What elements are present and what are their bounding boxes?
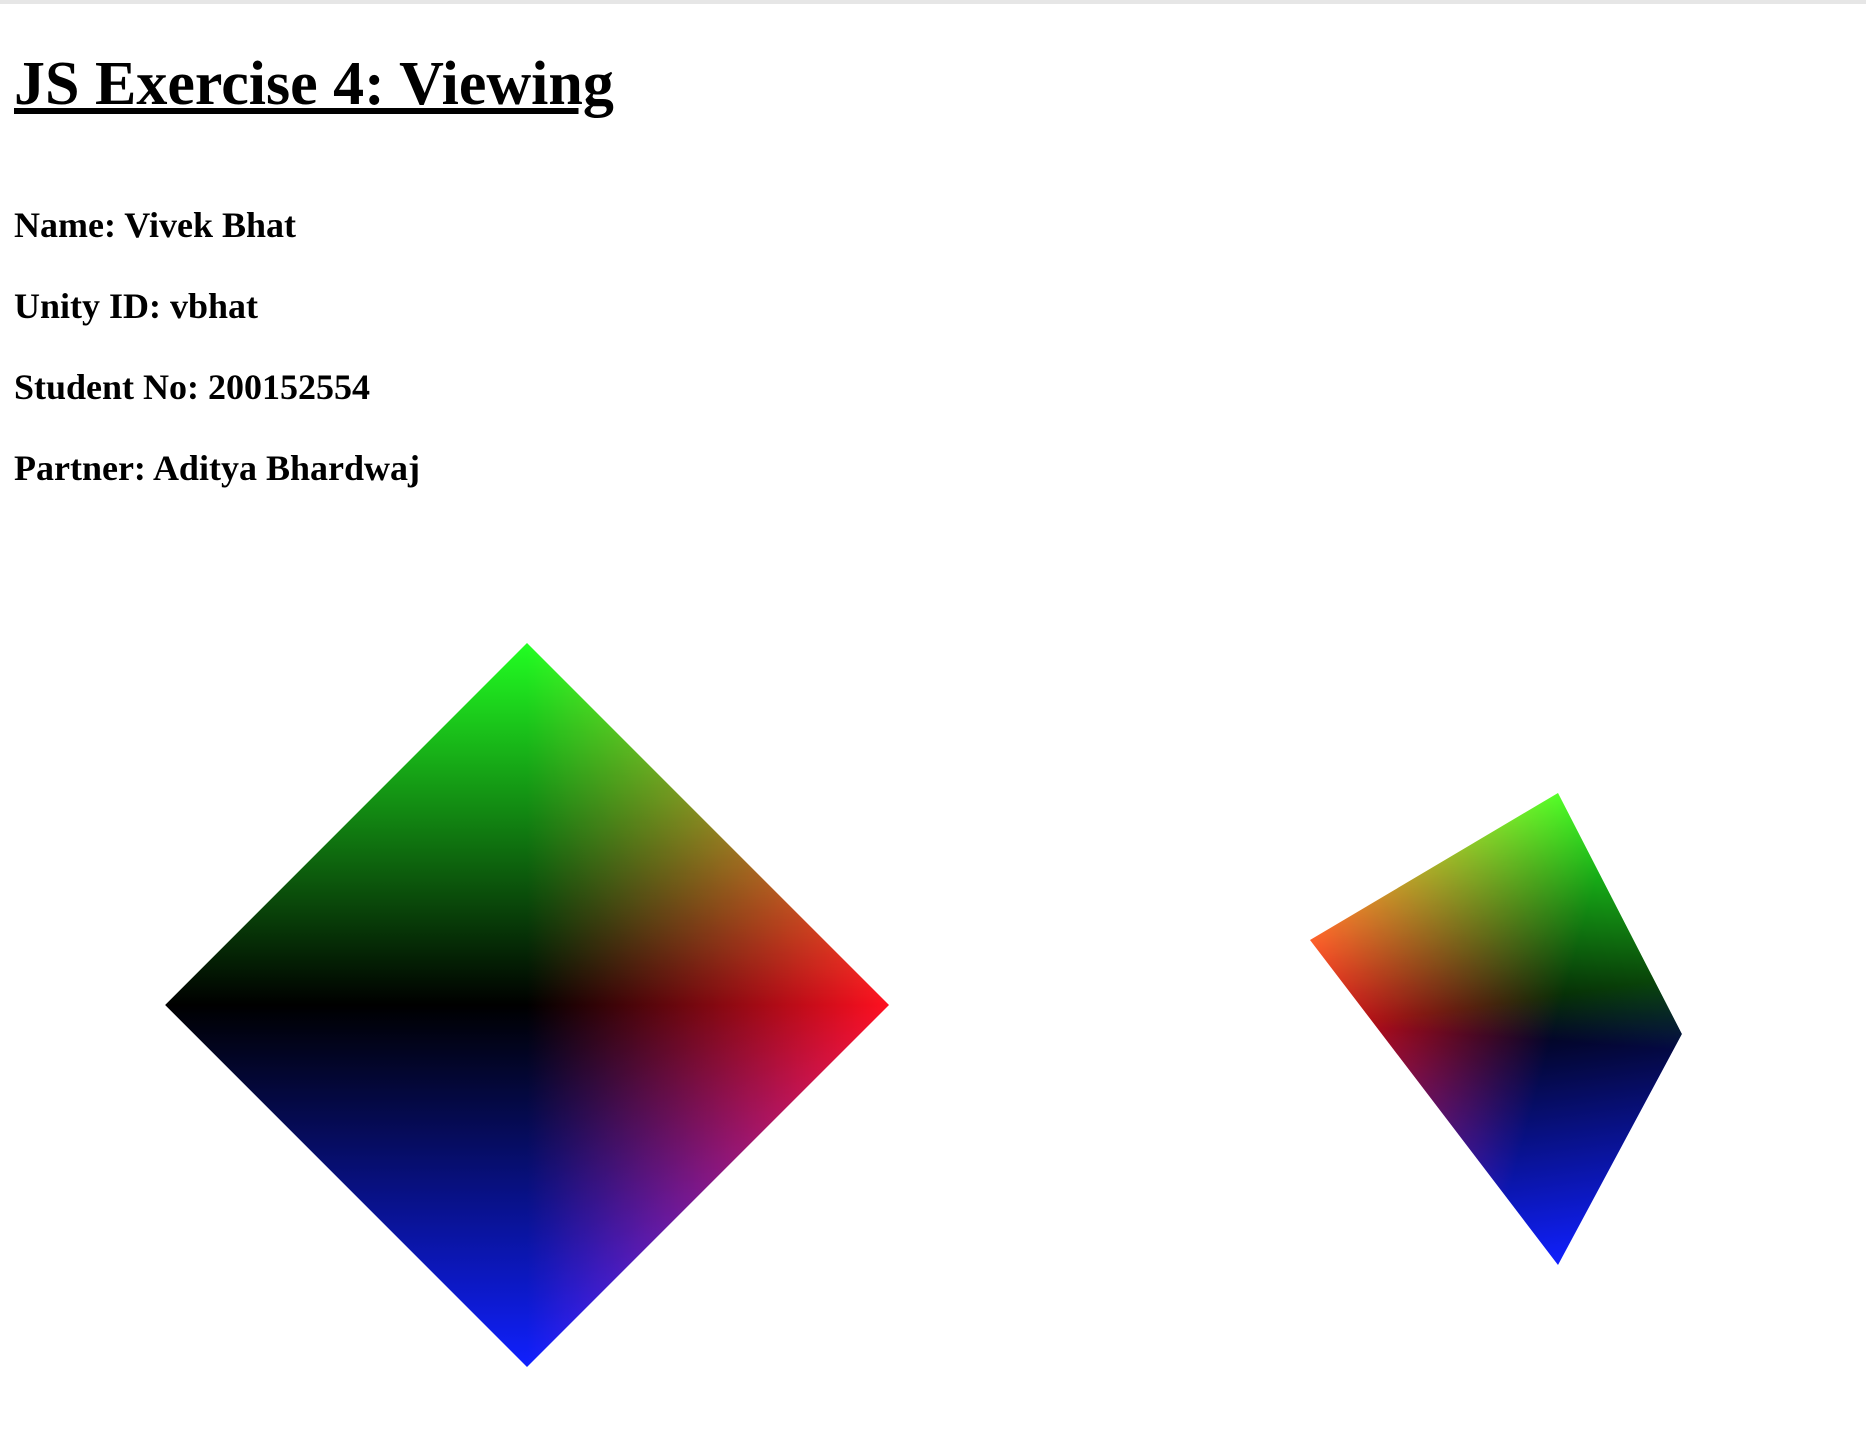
name-line: Name: Vivek Bhat	[14, 205, 296, 245]
browser-top-border	[0, 0, 1866, 4]
left-square-view	[165, 643, 889, 1367]
page-content: JS Exercise 4: Viewing Name: Vivek Bhat …	[14, 44, 614, 489]
right-square-view	[1310, 793, 1682, 1265]
webgl-canvas-area	[0, 620, 1866, 1380]
partner-line: Partner: Aditya Bhardwaj	[14, 448, 420, 488]
student-number-line: Student No: 200152554	[14, 367, 371, 407]
render-canvas	[165, 643, 1682, 1367]
unity-id-line: Unity ID: vbhat	[14, 286, 259, 326]
page-title: JS Exercise 4: Viewing	[14, 50, 614, 118]
